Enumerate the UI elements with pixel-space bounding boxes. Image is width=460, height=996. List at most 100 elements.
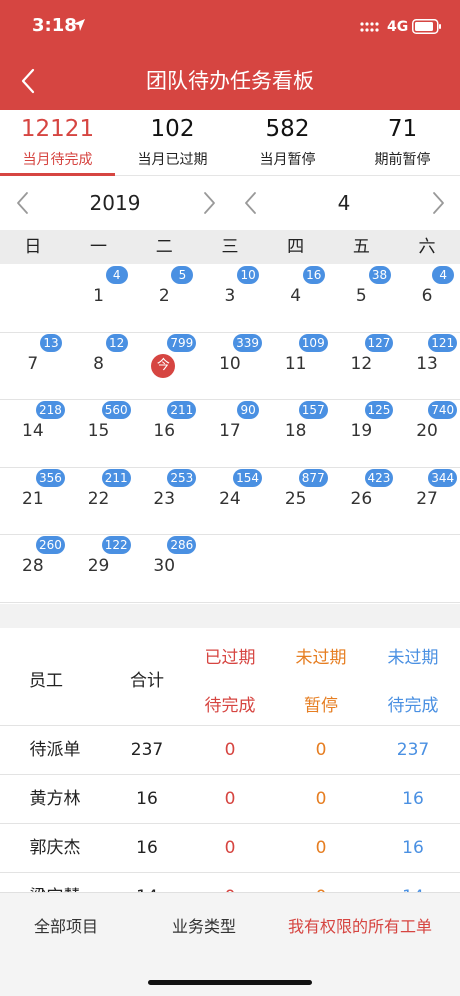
cell-total: 16 [136, 838, 158, 858]
filter-all-projects[interactable]: 全部项目 [34, 913, 98, 937]
calendar-day[interactable]: 356 21 [0, 467, 66, 534]
day-number: 12 [350, 353, 373, 374]
calendar-day[interactable]: 121 13 [394, 332, 460, 399]
calendar-day[interactable]: 125 19 [329, 399, 395, 466]
tab-month-pending[interactable]: 12121 当月待完成 [0, 110, 115, 176]
cell-paused: 0 [315, 838, 327, 858]
day-number: 29 [87, 556, 110, 576]
calendar-day[interactable]: 799 今 [131, 332, 197, 399]
cell-total: 237 [130, 740, 164, 760]
task-count-badge: 38 [368, 266, 391, 284]
calendar-day[interactable]: 13 7 [0, 332, 66, 399]
day-number: 18 [284, 421, 307, 441]
task-count-badge: 12 [105, 333, 128, 352]
app-header: 3:18 4G 团队待办任务看板 [0, 0, 460, 110]
day-number: 10 [219, 353, 241, 374]
calendar-row-divider [0, 601, 460, 603]
col-header-overdue-top: 已过期 [204, 648, 256, 668]
day-number: 23 [153, 488, 176, 509]
task-count-badge: 560 [101, 401, 131, 419]
calendar-day[interactable]: 218 14 [0, 399, 66, 466]
day-number: 25 [284, 488, 307, 509]
calendar-day[interactable]: 10 3 [197, 264, 263, 331]
stats-tabs: 12121 当月待完成 102 当月已过期 582 当月暂停 71 期前暂停 [0, 110, 460, 176]
task-count-badge: 260 [36, 536, 65, 554]
table-row[interactable]: 黄方林 16 0 0 16 [0, 774, 460, 823]
calendar-day[interactable]: 211 22 [66, 467, 132, 534]
col-header-total: 合计 [130, 671, 164, 691]
day-number: 24 [219, 488, 241, 509]
task-count-badge: 4 [105, 266, 128, 284]
calendar-day[interactable]: 127 12 [329, 332, 395, 399]
calendar-day[interactable]: 90 17 [197, 399, 263, 466]
filter-all-orders[interactable]: 我有权限的所有工单 [288, 913, 432, 937]
task-count-badge: 125 [364, 401, 394, 419]
weekday-label: 一 [90, 237, 108, 257]
tab-early-paused[interactable]: 71 期前暂停 [345, 110, 460, 176]
calendar-day[interactable]: 877 25 [263, 467, 329, 534]
day-number: 14 [22, 421, 44, 441]
calendar-day[interactable]: 260 28 [0, 534, 66, 601]
col-header-employee: 员工 [29, 671, 63, 691]
day-number: 20 [416, 421, 438, 441]
col-header-pending-bottom: 待完成 [387, 696, 439, 716]
stat-value: 102 [150, 116, 195, 142]
day-number: 27 [416, 488, 438, 509]
table-row[interactable]: 郭庆杰 16 0 0 16 [0, 823, 460, 872]
task-count-badge: 344 [428, 468, 458, 487]
table-row[interactable]: 待派单 237 0 0 237 [0, 725, 460, 774]
weekday-label: 六 [418, 237, 436, 257]
employee-task-table: 员工 合计 已过期 待完成 未过期 暂停 未过期 待完成 待派单 237 0 0… [0, 628, 460, 892]
calendar-day[interactable]: 12 8 [66, 332, 132, 399]
calendar-day[interactable]: 16 4 [263, 264, 329, 331]
cell-paused: 0 [276, 873, 366, 892]
calendar-day[interactable]: 560 15 [66, 399, 132, 466]
calendar-day[interactable]: 109 11 [263, 332, 329, 399]
prev-year-chevron-icon[interactable] [10, 190, 36, 216]
calendar-day[interactable]: 122 29 [66, 534, 132, 601]
task-count-badge: 740 [428, 401, 458, 419]
day-number: 17 [219, 421, 241, 441]
weekday-label: 五 [352, 237, 370, 257]
task-count-badge: 253 [167, 468, 197, 487]
calendar-day[interactable]: 740 20 [394, 399, 460, 466]
today-marker: 今 [151, 353, 176, 378]
task-count-badge: 109 [298, 333, 328, 352]
calendar-day[interactable]: 38 5 [329, 264, 395, 331]
task-count-badge: 356 [36, 468, 65, 487]
day-number: 8 [93, 353, 104, 374]
status-time: 3:18 [32, 15, 77, 36]
table-row[interactable]: 梁宝慧 14 0 0 14 [0, 872, 460, 892]
task-count-badge: 10 [237, 266, 260, 284]
calendar-day[interactable]: 286 30 [131, 534, 197, 601]
cell-employee: 郭庆杰 [29, 838, 81, 858]
calendar-day[interactable]: 52 [131, 264, 197, 331]
task-count-badge: 877 [298, 468, 328, 487]
calendar-day[interactable]: 344 27 [394, 467, 460, 534]
weekday-label: 日 [24, 237, 42, 257]
calendar-day[interactable]: 423 26 [329, 467, 395, 534]
col-header-paused-bottom: 暂停 [304, 696, 338, 716]
calendar-day[interactable]: 339 10 [197, 332, 263, 399]
calendar-day[interactable]: 154 24 [197, 467, 263, 534]
calendar-navigator: 2019 4 [0, 176, 460, 230]
cell-pending: 16 [402, 838, 424, 858]
prev-month-chevron-icon[interactable] [238, 190, 264, 216]
battery-icon [412, 19, 441, 34]
tab-month-overdue[interactable]: 102 当月已过期 [115, 110, 230, 176]
calendar-day[interactable]: 211 16 [131, 399, 197, 466]
task-count-badge: 286 [167, 536, 197, 554]
next-month-chevron-icon[interactable] [425, 190, 451, 216]
calendar-day[interactable]: 157 18 [263, 399, 329, 466]
calendar-day[interactable]: 253 23 [131, 467, 197, 534]
task-count-badge: 4 [432, 266, 455, 284]
calendar-day[interactable]: 46 [394, 264, 460, 331]
calendar-day[interactable]: 41 [66, 264, 132, 331]
next-year-chevron-icon[interactable] [196, 190, 222, 216]
day-number: 7 [27, 353, 39, 374]
day-number: 16 [153, 421, 176, 441]
filter-business-type[interactable]: 业务类型 [172, 913, 236, 937]
weekday-header: 日 一 二 三 四 五 六 [0, 230, 460, 264]
cell-paused: 0 [315, 789, 327, 809]
tab-month-paused[interactable]: 582 当月暂停 [230, 110, 345, 176]
